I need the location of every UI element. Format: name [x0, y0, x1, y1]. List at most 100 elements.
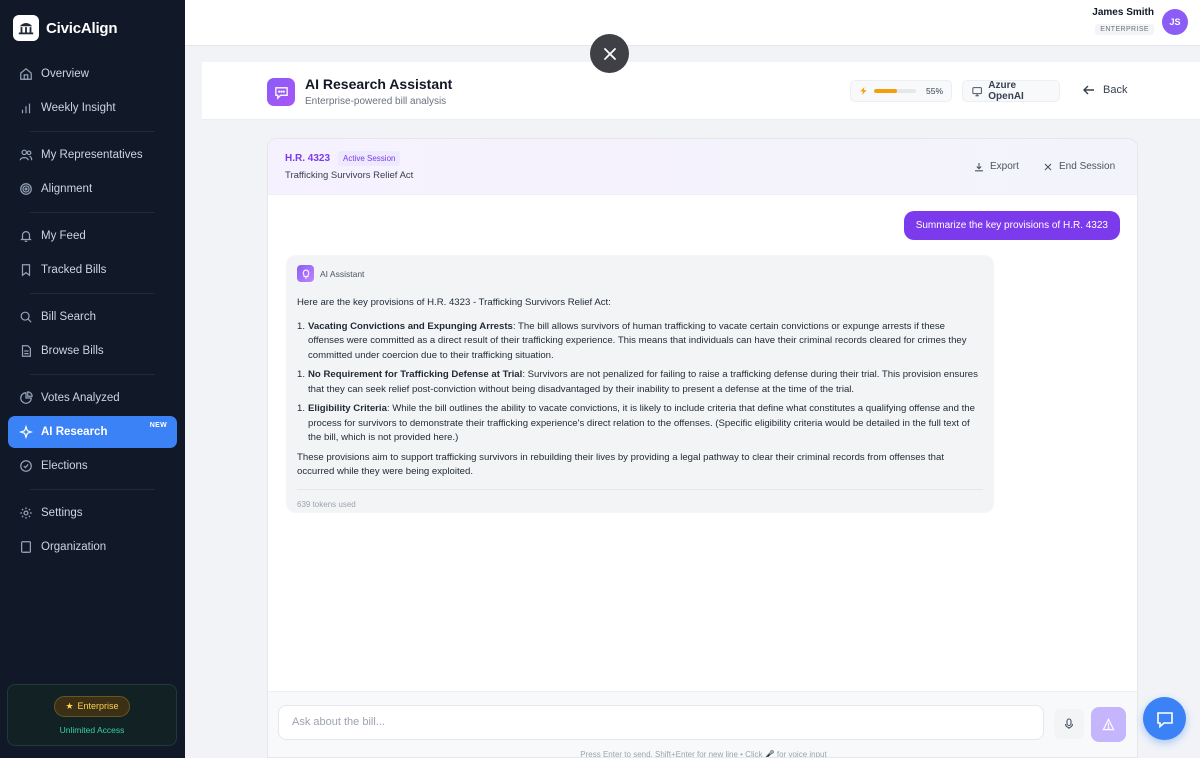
send-icon — [1102, 718, 1115, 731]
sidebar-item-label: Settings — [41, 507, 83, 519]
panel-header: AI Research Assistant Enterprise-powered… — [202, 62, 1200, 120]
plan-box: ★ Enterprise Unlimited Access — [7, 684, 177, 746]
users-icon — [19, 148, 33, 162]
sidebar-item-organization[interactable]: Organization — [8, 531, 177, 563]
user-message: Summarize the key provisions of H.R. 432… — [903, 211, 1120, 240]
list-item: 1. Eligibility Criteria: While the bill o… — [297, 402, 983, 446]
provision-title: Eligibility Criteria — [308, 403, 387, 414]
bell-icon — [19, 229, 33, 243]
sidebar-item-label: Browse Bills — [41, 345, 104, 357]
bar-chart-icon — [19, 101, 33, 115]
sidebar-nav: Overview Weekly Insight My Representativ… — [0, 58, 185, 563]
assistant-message: AI Assistant Here are the key provisions… — [286, 255, 994, 513]
chat-bubble-icon — [267, 78, 295, 106]
monitor-icon — [972, 86, 982, 96]
assistant-body: Here are the key provisions of H.R. 4323… — [297, 296, 983, 512]
token-count: 639 tokens used — [297, 488, 983, 513]
session-header: H.R. 4323 Active Session Trafficking Sur… — [268, 139, 1137, 195]
provision-title: Vacating Convictions and Expunging Arres… — [308, 320, 513, 332]
sidebar-item-label: Votes Analyzed — [41, 392, 120, 404]
lightbulb-icon — [297, 265, 314, 282]
sidebar-item-label: Alignment — [41, 183, 93, 195]
sidebar-item-my-representatives[interactable]: My Representatives — [8, 139, 177, 171]
search-icon — [19, 310, 33, 324]
sidebar-item-tracked-bills[interactable]: Tracked Bills — [8, 254, 177, 286]
bill-id[interactable]: H.R. 4323 — [285, 153, 330, 164]
composer: Ask about the bill... Press Enter to sen… — [268, 691, 1137, 757]
page-subtitle: Enterprise-powered bill analysis — [305, 96, 447, 107]
end-session-label: End Session — [1059, 161, 1116, 172]
user-menu[interactable]: James Smith ENTERPRISE JS — [1092, 7, 1188, 36]
sidebar-item-label: Tracked Bills — [41, 264, 107, 276]
sidebar-item-label: Elections — [41, 460, 88, 472]
sidebar-item-label: My Representatives — [41, 149, 143, 161]
usage-bar-fill — [873, 89, 898, 93]
provisions-list: 1. Eligibility Criteria: While the bill o… — [297, 402, 983, 446]
sidebar-item-label: Overview — [41, 68, 89, 80]
new-badge: NEW — [149, 422, 167, 429]
bill-title: Trafficking Survivors Relief Act — [285, 170, 414, 181]
sidebar-item-settings[interactable]: Settings — [8, 497, 177, 529]
document-icon — [19, 344, 33, 358]
conclusion-text: These provisions aim to support traffick… — [297, 451, 944, 478]
voice-input-button[interactable] — [1054, 709, 1084, 739]
sidebar-item-weekly-insight[interactable]: Weekly Insight — [8, 92, 177, 124]
sidebar-item-label: Bill Search — [41, 311, 96, 323]
sidebar-item-overview[interactable]: Overview — [8, 58, 177, 90]
back-label: Back — [1103, 84, 1128, 96]
sidebar-item-alignment[interactable]: Alignment — [8, 173, 177, 205]
sparkles-icon — [19, 425, 33, 439]
chat-input[interactable]: Ask about the bill... — [278, 705, 1044, 740]
list-number: 1. — [297, 369, 306, 380]
user-role-badge: ENTERPRISE — [1095, 24, 1154, 35]
sidebar-item-label: My Feed — [41, 230, 86, 242]
end-session-button[interactable]: End Session — [1043, 161, 1115, 172]
brand[interactable]: CivicAlign — [0, 0, 185, 56]
chat-fab-button[interactable] — [1143, 697, 1186, 740]
sidebar-item-my-feed[interactable]: My Feed — [8, 220, 177, 252]
close-button[interactable] — [590, 34, 629, 73]
user-info: James Smith ENTERPRISE — [1092, 7, 1154, 36]
sidebar-item-browse-bills[interactable]: Browse Bills — [8, 335, 177, 367]
arrow-left-icon — [1083, 85, 1094, 95]
nav-divider — [30, 131, 155, 132]
export-button[interactable]: Export — [974, 161, 1019, 172]
star-icon: ★ — [65, 700, 74, 711]
capitol-logo-icon — [13, 15, 39, 41]
user-name: James Smith — [1092, 7, 1154, 18]
avatar[interactable]: JS — [1162, 8, 1188, 35]
home-icon — [19, 67, 33, 81]
send-button[interactable] — [1091, 707, 1126, 742]
sidebar-item-bill-search[interactable]: Bill Search — [8, 301, 177, 333]
usage-bar — [873, 89, 916, 93]
building-icon — [19, 540, 33, 554]
list-item: 1. Vacating Convictions and Expunging Arr… — [297, 320, 983, 364]
export-label: Export — [990, 161, 1019, 172]
assistant-header: AI Assistant — [297, 265, 983, 282]
topbar: James Smith ENTERPRISE JS — [185, 0, 1200, 46]
usage-percent: 55% — [925, 86, 943, 96]
sidebar-item-elections[interactable]: Elections — [8, 450, 177, 482]
sidebar-item-label: AI Research — [41, 426, 108, 438]
pie-chart-icon — [19, 391, 33, 405]
gear-icon — [19, 506, 33, 520]
provisions-list: 1. Vacating Convictions and Expunging Arr… — [297, 320, 983, 364]
download-icon — [975, 162, 983, 171]
sidebar-item-label: Organization — [41, 541, 107, 553]
plan-label: Enterprise — [77, 701, 119, 711]
sidebar-item-ai-research[interactable]: AI Research NEW — [8, 416, 177, 448]
nav-divider — [30, 212, 155, 213]
provision-title: No Requirement for Trafficking Defense a… — [308, 369, 523, 380]
bookmark-icon — [19, 263, 33, 277]
provision-text: : While the bill outlines the ability to… — [308, 403, 975, 443]
page-title: AI Research Assistant — [305, 76, 453, 92]
assistant-name: AI Assistant — [320, 268, 365, 279]
sidebar-item-votes-analyzed[interactable]: Votes Analyzed — [8, 382, 177, 414]
usage-meter: 55% — [850, 80, 952, 102]
back-button[interactable]: Back — [1082, 83, 1127, 97]
brand-name: CivicAlign — [46, 19, 118, 37]
chat-panel: H.R. 4323 Active Session Trafficking Sur… — [267, 138, 1138, 758]
model-selector[interactable]: Azure OpenAI — [962, 80, 1060, 102]
enterprise-badge[interactable]: ★ Enterprise — [54, 695, 130, 717]
check-circle-icon — [19, 459, 33, 473]
